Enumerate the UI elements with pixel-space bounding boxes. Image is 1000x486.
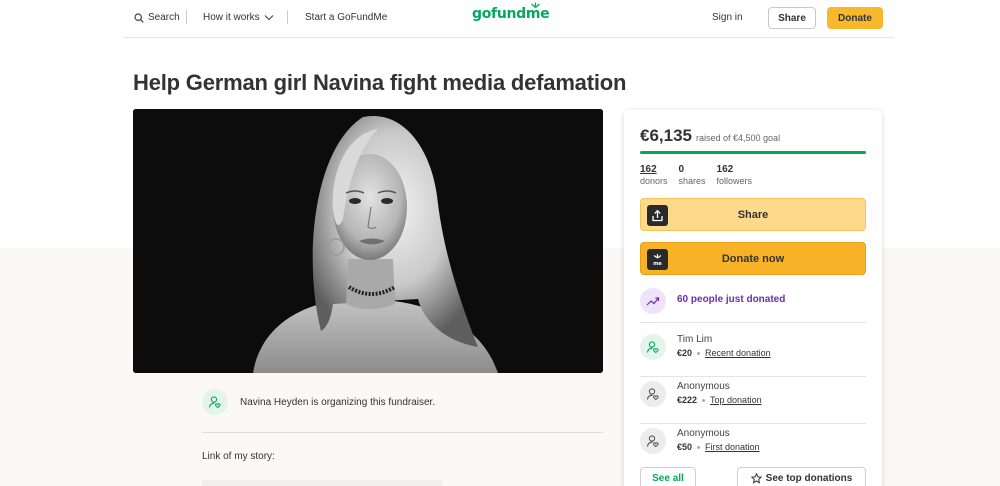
goal-text: raised of €4,500 goal xyxy=(696,133,781,143)
donation-meta: €50 First donation xyxy=(677,442,760,452)
donate-now-label: Donate now xyxy=(721,252,785,265)
separator-dot xyxy=(702,398,706,402)
user-heart-icon xyxy=(208,396,221,409)
see-all-button[interactable]: See all xyxy=(640,467,696,486)
search-icon xyxy=(134,12,144,23)
story-text: Link of my story: xyxy=(202,451,275,462)
share-button-label: Share xyxy=(737,208,769,221)
donor-name: Anonymous xyxy=(677,428,730,439)
see-top-label: See top donations xyxy=(765,473,853,484)
donation-amount: €20 xyxy=(677,348,693,358)
story-next-line xyxy=(202,480,442,486)
progress-fill xyxy=(640,151,866,154)
donation-item: Tim Lim €20 Recent donation xyxy=(640,330,866,377)
donation-meta: €222 Top donation xyxy=(677,395,762,405)
user-heart-icon xyxy=(646,435,659,448)
just-donated-text: 60 people just donated xyxy=(677,294,786,305)
progress-bar xyxy=(640,151,866,154)
search-link[interactable]: Search xyxy=(134,12,180,23)
portrait-image xyxy=(133,109,603,373)
donation-item: Anonymous €222 Top donation xyxy=(640,377,866,424)
how-it-works-label: How it works xyxy=(203,12,260,23)
nav-divider xyxy=(186,10,187,24)
stat-label: shares xyxy=(678,176,706,186)
donation-meta: €20 Recent donation xyxy=(677,348,771,358)
donation-amount: €50 xyxy=(677,442,693,452)
stat-number: 162 xyxy=(640,164,657,175)
donation-kind-link[interactable]: Top donation xyxy=(710,395,762,405)
donor-avatar xyxy=(640,334,666,360)
organizer-avatar xyxy=(202,389,228,415)
donor-name: Tim Lim xyxy=(677,334,713,345)
header-donate-button[interactable]: Donate xyxy=(827,7,883,29)
trend-avatar xyxy=(640,288,666,314)
header-share-button[interactable]: Share xyxy=(768,7,816,29)
separator-dot xyxy=(697,351,701,355)
stat-number: 162 xyxy=(716,164,734,175)
stat-number: 0 xyxy=(678,164,685,175)
organizer-text: Navina Heyden is organizing this fundrai… xyxy=(240,397,436,408)
donation-card: €6,135 raised of €4,500 goal 162 donors … xyxy=(624,110,882,486)
start-gofundme-label: Start a GoFundMe xyxy=(305,12,388,23)
donation-kind-link[interactable]: First donation xyxy=(705,442,760,452)
separator-dot xyxy=(697,445,701,449)
gofundme-logo[interactable]: gofundme xyxy=(472,2,550,22)
trending-up-icon xyxy=(646,297,660,306)
top-navigation: Search How it works Start a GoFundMe gof… xyxy=(123,0,894,38)
see-top-donations-button[interactable]: See top donations xyxy=(737,467,866,486)
svg-text:me: me xyxy=(653,261,662,266)
donor-avatar xyxy=(640,381,666,407)
page-title: Help German girl Navina fight media defa… xyxy=(133,70,627,95)
share-upload-icon xyxy=(647,205,668,226)
share-button[interactable]: Share xyxy=(640,198,866,231)
campaign-photo[interactable] xyxy=(133,109,603,373)
stat-followers: 162 followers xyxy=(717,164,753,186)
recent-activity-row: 60 people just donated xyxy=(640,286,866,323)
gofundme-badge-icon: me xyxy=(647,249,668,270)
search-label: Search xyxy=(148,12,180,23)
stat-donors[interactable]: 162 donors xyxy=(640,164,668,186)
stat-label: donors xyxy=(640,176,668,186)
raised-amount: €6,135 xyxy=(640,126,692,145)
chevron-down-icon xyxy=(264,15,274,21)
stats-row: 162 donors 0 shares 162 followers xyxy=(640,164,752,186)
stat-shares: 0 shares xyxy=(679,164,706,186)
logo-text: gofundme xyxy=(472,6,550,22)
user-heart-icon xyxy=(646,341,659,354)
star-icon xyxy=(750,473,762,484)
donation-kind-link[interactable]: Recent donation xyxy=(705,348,771,358)
start-gofundme-link[interactable]: Start a GoFundMe xyxy=(305,12,387,23)
donor-name: Anonymous xyxy=(677,381,730,392)
donation-amount: €222 xyxy=(677,395,698,405)
donation-item: Anonymous €50 First donation xyxy=(640,424,866,471)
donor-avatar xyxy=(640,428,666,454)
organizer-row[interactable]: Navina Heyden is organizing this fundrai… xyxy=(202,388,603,433)
raised-summary: €6,135 raised of €4,500 goal xyxy=(640,126,780,146)
sign-in-link[interactable]: Sign in xyxy=(712,12,743,23)
donate-now-button[interactable]: me Donate now xyxy=(640,242,866,275)
user-heart-icon xyxy=(646,388,659,401)
nav-divider xyxy=(287,10,288,24)
stat-label: followers xyxy=(716,176,753,186)
sign-in-label: Sign in xyxy=(712,12,743,23)
how-it-works-menu[interactable]: How it works xyxy=(203,12,274,23)
logo-sun-icon xyxy=(531,2,540,8)
